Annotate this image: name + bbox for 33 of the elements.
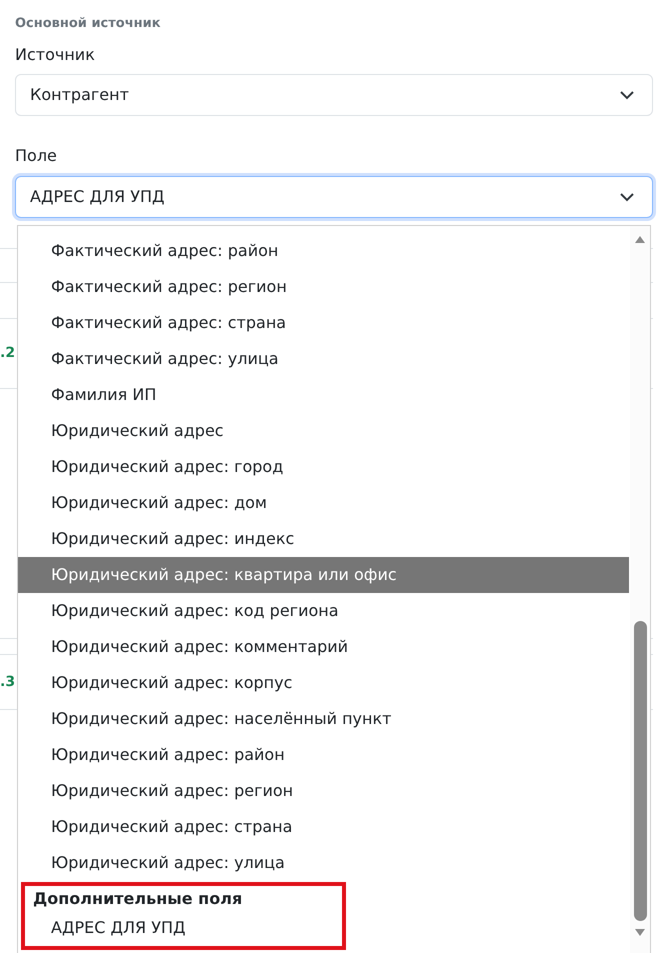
scroll-down-icon[interactable]: [635, 929, 645, 937]
dropdown-option[interactable]: Юридический адрес: район: [18, 737, 629, 773]
chevron-down-icon: [620, 192, 634, 202]
field-label: Поле: [15, 146, 58, 168]
select-field[interactable]: Контрагент: [15, 74, 653, 116]
dropdown-option[interactable]: Юридический адрес: код региона: [18, 593, 629, 629]
dropdown-option[interactable]: Фактический адрес: страна: [18, 305, 629, 341]
dropdown-option[interactable]: Юридический адрес: улица: [18, 845, 629, 881]
dropdown-option[interactable]: Фактический адрес: регион: [18, 269, 629, 305]
section-title: Основной источник: [15, 15, 162, 33]
dropdown-option[interactable]: Фактический адрес: улица: [18, 341, 629, 377]
scroll-up-icon[interactable]: [635, 235, 645, 243]
dropdown-option[interactable]: Юридический адрес: населённый пункт: [18, 701, 629, 737]
scrollbar-thumb[interactable]: [634, 621, 647, 921]
dropdown-option[interactable]: Юридический адрес: корпус: [18, 665, 629, 701]
dropdown-option[interactable]: Юридический адрес: страна: [18, 809, 629, 845]
dropdown-option[interactable]: Фамилия ИП: [18, 377, 629, 413]
dropdown-option[interactable]: Юридический адрес: [18, 413, 629, 449]
dropdown-option[interactable]: Юридический адрес: дом: [18, 485, 629, 521]
dropdown-option[interactable]: Юридический адрес: индекс: [18, 521, 629, 557]
dropdown-option[interactable]: Юридический адрес: регион: [18, 773, 629, 809]
chevron-down-icon: [620, 90, 634, 100]
dropdown-option[interactable]: Юридический адрес: комментарий: [18, 629, 629, 665]
select-field[interactable]: АДРЕС ДЛЯ УПД: [15, 176, 653, 218]
dropdown-option[interactable]: АДРЕС ДЛЯ УПД: [18, 911, 629, 945]
scrollbar[interactable]: [630, 226, 650, 953]
field-label: Источник: [15, 44, 96, 66]
row-number: .3: [0, 672, 16, 692]
dropdown-option[interactable]: Фактический адрес: район: [18, 233, 629, 269]
dropdown-option[interactable]: Юридический адрес: город: [18, 449, 629, 485]
dropdown-option[interactable]: Юридический адрес: квартира или офис: [18, 557, 629, 593]
group-header: Дополнительные поля: [32, 888, 244, 910]
row-number: .2: [0, 344, 16, 364]
